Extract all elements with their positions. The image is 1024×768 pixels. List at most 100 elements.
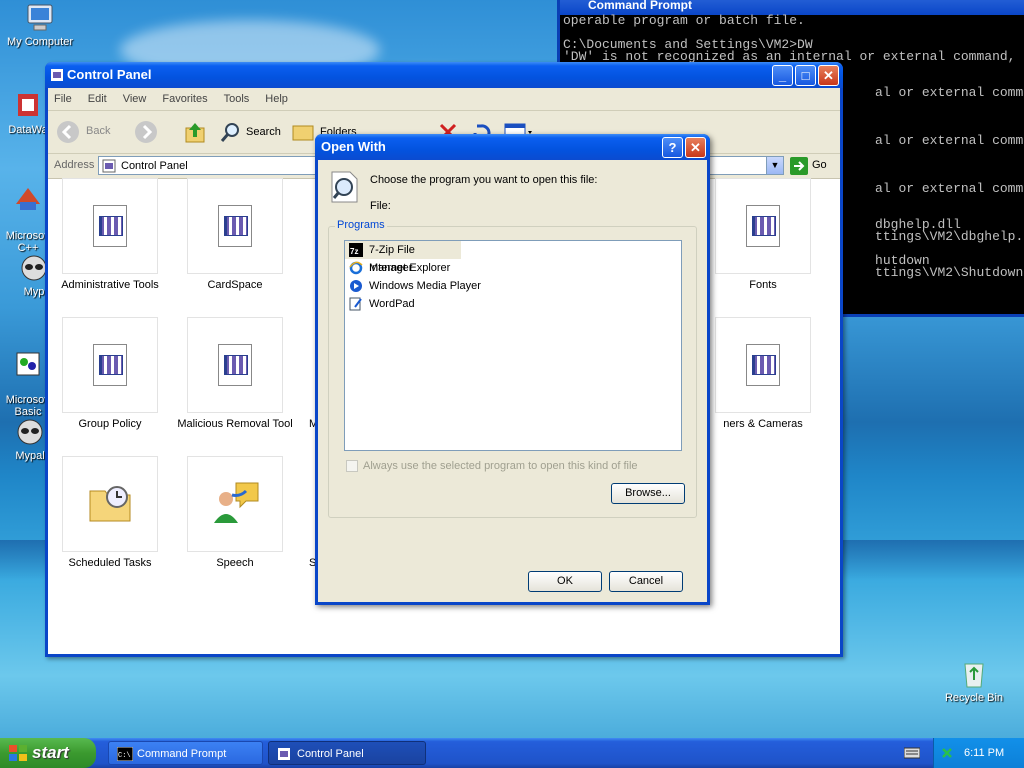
desktop-icon-recycle-bin[interactable]: Recycle Bin	[934, 658, 1014, 704]
item-label: Administrative Tools	[61, 279, 159, 291]
media-player-icon	[350, 280, 362, 292]
desktop-icon-label: DataWa	[8, 124, 48, 136]
item-malicious-removal-tool[interactable]	[187, 317, 283, 413]
item-fonts[interactable]	[715, 178, 811, 274]
wordpad-icon	[349, 297, 362, 311]
menu-view[interactable]: View	[123, 93, 147, 105]
dialog-close-button[interactable]: ✕	[685, 137, 706, 158]
start-label: start	[32, 743, 69, 762]
command-prompt-title: Command Prompt	[588, 0, 693, 12]
document-icon	[218, 205, 252, 247]
item-cardspace[interactable]	[187, 178, 283, 274]
up-folder-icon[interactable]	[184, 120, 206, 144]
recycle-bin-icon	[964, 663, 984, 688]
back-label: Back	[86, 125, 111, 137]
item-group-policy[interactable]	[62, 317, 158, 413]
document-icon	[746, 344, 780, 386]
desktop-icon-label: Microsoft Basic	[5, 394, 51, 418]
item-speech[interactable]	[187, 456, 283, 552]
document-icon	[218, 344, 252, 386]
internet-explorer-icon	[349, 261, 363, 275]
item-label: Speech	[216, 557, 254, 569]
forward-arrow-icon[interactable]	[134, 120, 158, 144]
menu-edit[interactable]: Edit	[88, 93, 107, 105]
go-button[interactable]: Go	[790, 156, 830, 175]
menu-file[interactable]: File	[54, 93, 72, 105]
control-panel-icon	[102, 159, 116, 173]
svg-text:7z: 7z	[350, 247, 358, 256]
visual-studio-icon	[16, 188, 40, 210]
program-item[interactable]: 7z 7-Zip File Manager	[345, 241, 461, 274]
file-label: File:	[370, 200, 391, 212]
programs-group: Programs 7z 7-Zip File Manager Internet …	[328, 219, 697, 518]
maximize-button[interactable]: □	[795, 65, 816, 86]
computer-icon	[27, 4, 53, 31]
visual-basic-icon	[16, 352, 40, 376]
desktop-icon-label: Myp	[23, 286, 45, 298]
control-panel-icon	[51, 69, 63, 81]
address-dropdown-button[interactable]: ▼	[766, 157, 783, 174]
item-label: CardSpace	[207, 279, 263, 291]
control-panel-titlebar[interactable]: Control Panel _ □ ✕	[45, 62, 843, 88]
cancel-button[interactable]: Cancel	[609, 571, 683, 592]
svg-text:C:\: C:\	[118, 752, 131, 760]
7zip-icon: 7z	[349, 243, 363, 257]
item-label: Group Policy	[78, 418, 142, 430]
help-button[interactable]: ?	[662, 137, 683, 158]
programs-list[interactable]: 7z 7-Zip File Manager Internet Explorer …	[344, 240, 682, 451]
search-label: Search	[246, 126, 281, 138]
back-arrow-icon	[57, 121, 79, 143]
dialog-titlebar[interactable]: Open With ? ✕	[315, 134, 710, 160]
command-prompt-icon: C:\	[117, 747, 133, 761]
open-with-icon	[331, 171, 358, 203]
go-label: Go	[812, 159, 827, 171]
keyboard-icon[interactable]	[904, 746, 920, 760]
program-item[interactable]: Internet Explorer	[345, 259, 681, 277]
clock[interactable]: 6:11 PM	[964, 738, 1004, 768]
taskbar-item-command-prompt[interactable]: C:\ Command Prompt	[108, 741, 263, 765]
program-item[interactable]: WordPad	[345, 295, 681, 313]
menu-tools[interactable]: Tools	[224, 93, 250, 105]
desktop-icon-label: Microsoft C++	[5, 230, 51, 254]
windows-flag-icon	[9, 745, 27, 761]
speech-icon	[214, 482, 259, 523]
item-scheduled-tasks[interactable]	[62, 456, 158, 552]
item-label: Fonts	[749, 279, 777, 291]
program-label: WordPad	[369, 298, 415, 310]
program-item[interactable]: Windows Media Player	[345, 277, 681, 295]
dialog-title: Open With	[321, 139, 386, 154]
network-icon[interactable]	[940, 746, 954, 760]
desktop-icon-my-computer[interactable]: My Computer	[0, 2, 80, 48]
menu-favorites[interactable]: Favorites	[162, 93, 207, 105]
open-with-dialog[interactable]: Open With ? ✕ Choose the program you wan…	[315, 134, 710, 605]
close-button[interactable]: ✕	[818, 65, 839, 86]
ok-button[interactable]: OK	[528, 571, 602, 592]
dialog-body: Choose the program you want to open this…	[318, 160, 707, 602]
menu-help[interactable]: Help	[265, 93, 288, 105]
start-button[interactable]: start	[0, 738, 96, 768]
folders-icon	[292, 125, 314, 141]
programs-legend: Programs	[335, 219, 387, 231]
always-use-checkbox[interactable]	[346, 460, 358, 472]
item-administrative-tools[interactable]	[62, 178, 158, 274]
go-arrow-icon	[790, 157, 808, 175]
item-label: Malicious Removal Tool	[177, 418, 293, 430]
app-icon	[18, 94, 38, 116]
document-icon	[746, 205, 780, 247]
system-tray: 6:11 PM	[933, 738, 1024, 768]
taskbar-item-label: Control Panel	[297, 748, 364, 760]
scheduled-tasks-icon	[89, 486, 131, 522]
taskbar: start C:\ Command Prompt Control Panel 6…	[0, 738, 1024, 768]
search-button[interactable]: Search	[220, 119, 290, 145]
always-use-label: Always use the selected program to open …	[363, 460, 638, 472]
minimize-button[interactable]: _	[772, 65, 793, 86]
back-button[interactable]: Back	[56, 119, 118, 145]
menu-bar: File Edit View Favorites Tools Help	[48, 88, 840, 133]
taskbar-item-control-panel[interactable]: Control Panel	[268, 741, 426, 765]
search-icon	[220, 123, 239, 142]
taskbar-item-label: Command Prompt	[137, 748, 227, 760]
program-label: Windows Media Player	[369, 280, 481, 292]
document-icon	[93, 205, 127, 247]
item-scanners-cameras[interactable]	[715, 317, 811, 413]
browse-button[interactable]: Browse...	[611, 483, 685, 504]
